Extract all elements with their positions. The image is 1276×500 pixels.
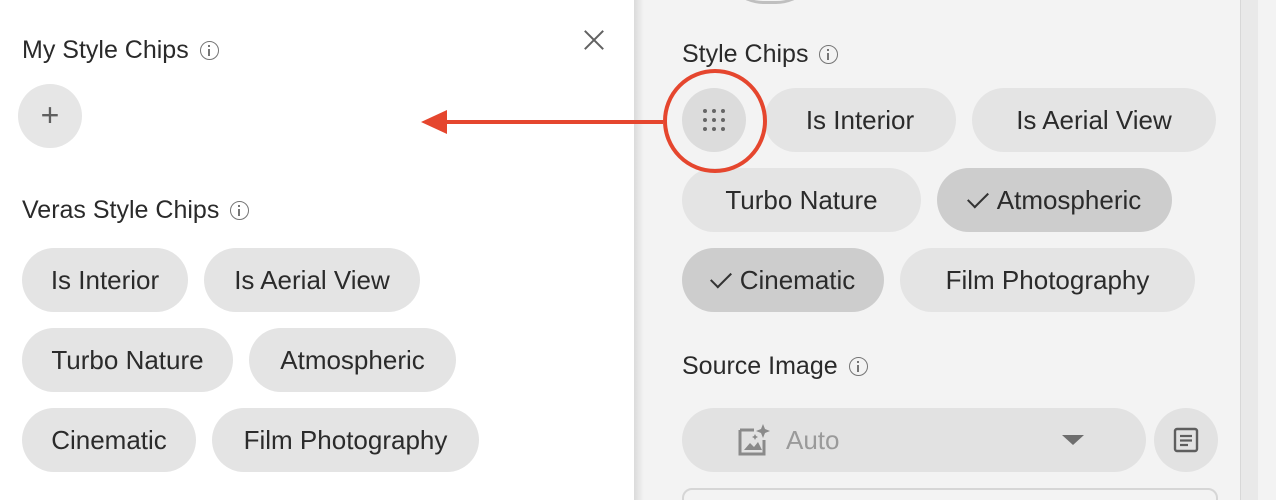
info-icon[interactable] (848, 357, 868, 376)
panel-divider-shadow (634, 0, 644, 500)
veras-chip-film-photography[interactable]: Film Photography (212, 408, 479, 472)
info-icon[interactable] (230, 201, 250, 220)
veras-style-chips-label: Veras Style Chips (22, 196, 220, 224)
grid-dots-icon (703, 109, 725, 131)
chip-atmospheric[interactable]: Atmospheric (937, 168, 1172, 232)
source-image-title: Source Image (682, 352, 868, 381)
prompt-field[interactable] (682, 488, 1218, 500)
chip-turbo-nature[interactable]: Turbo Nature (682, 168, 921, 232)
chip-is-interior[interactable]: Is Interior (764, 88, 956, 152)
chip-cinematic[interactable]: Cinematic (682, 248, 884, 312)
open-style-chips-button[interactable] (682, 88, 746, 152)
veras-style-chips-title: Veras Style Chips (22, 196, 250, 225)
style-chips-label: Style Chips (682, 40, 809, 68)
check-icon (709, 266, 732, 288)
info-icon[interactable] (199, 41, 219, 60)
source-image-select-value: Auto (786, 425, 840, 455)
chip-is-aerial-view[interactable]: Is Aerial View (972, 88, 1216, 152)
veras-chip-cinematic[interactable]: Cinematic (22, 408, 196, 472)
document-list-icon (1173, 427, 1199, 453)
caret-down-icon (1062, 435, 1084, 445)
chip-atmospheric-label: Atmospheric (996, 184, 1142, 215)
veras-chip-is-aerial-view[interactable]: Is Aerial View (204, 248, 420, 312)
my-style-chips-label: My Style Chips (22, 36, 189, 64)
style-chips-drawer: My Style Chips + Veras Style Chips Is In… (0, 0, 634, 500)
close-icon[interactable] (582, 28, 606, 52)
add-style-chip-button[interactable]: + (18, 84, 82, 148)
source-image-select[interactable]: Auto (682, 408, 1146, 472)
arrow-annotation-head (421, 110, 447, 134)
veras-chip-is-interior[interactable]: Is Interior (22, 248, 188, 312)
image-sparkle-icon (738, 424, 770, 456)
source-image-label: Source Image (682, 352, 838, 380)
veras-chip-atmospheric[interactable]: Atmospheric (249, 328, 456, 392)
check-icon (966, 186, 989, 208)
my-style-chips-title: My Style Chips (22, 36, 219, 65)
info-icon[interactable] (819, 45, 839, 64)
scrollbar[interactable] (1240, 0, 1258, 500)
style-chips-title: Style Chips (682, 40, 839, 69)
chip-film-photography[interactable]: Film Photography (900, 248, 1195, 312)
arrow-annotation-line (445, 120, 663, 124)
document-list-button[interactable] (1154, 408, 1218, 472)
chip-cinematic-label: Cinematic (739, 264, 856, 295)
veras-chip-turbo-nature[interactable]: Turbo Nature (22, 328, 233, 392)
